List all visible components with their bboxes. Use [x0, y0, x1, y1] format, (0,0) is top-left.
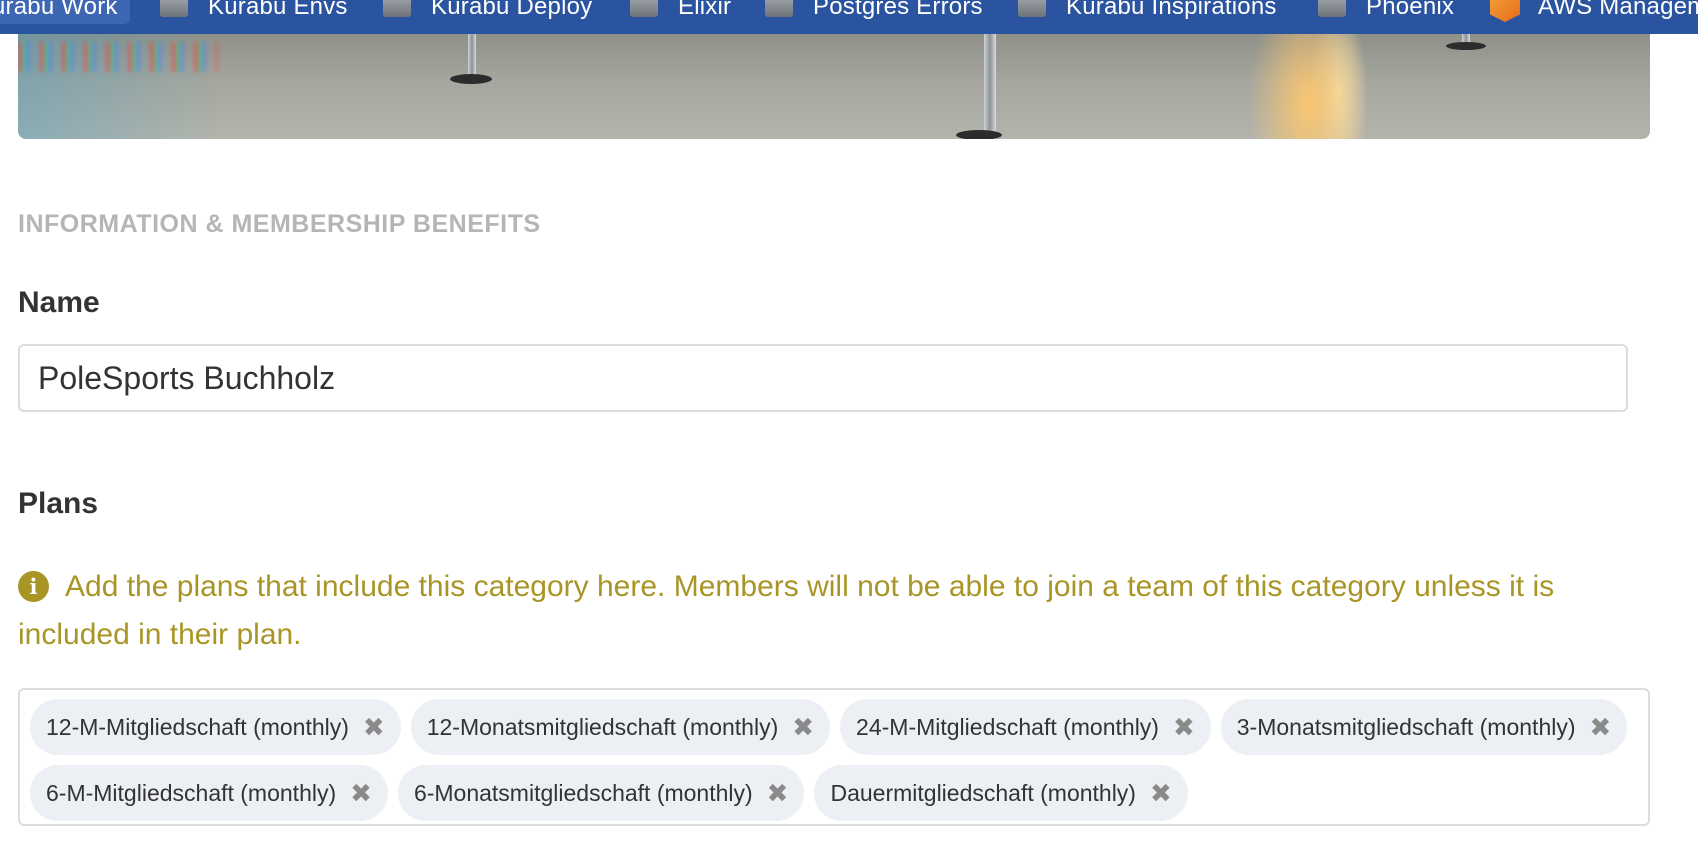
name-input[interactable] [18, 344, 1628, 412]
folder-icon [383, 0, 411, 17]
plan-tag: 3-Monatsmitgliedschaft (monthly) ✖ [1220, 699, 1628, 755]
folder-icon [630, 0, 658, 17]
plan-tag-label: 3-Monatsmitgliedschaft (monthly) [1236, 713, 1576, 740]
remove-plan-icon[interactable]: ✖ [767, 780, 789, 806]
remove-plan-icon[interactable]: ✖ [792, 714, 814, 740]
info-icon: i [18, 571, 49, 602]
plan-tag: 6-M-Mitgliedschaft (monthly) ✖ [30, 765, 388, 821]
plan-tag: 24-M-Mitgliedschaft (monthly) ✖ [840, 699, 1211, 755]
bookmark-label: AWS Managem [1538, 0, 1698, 20]
bookmark-folder-kurabu-deploy[interactable]: Kurabu Deploy [383, 0, 592, 24]
plan-tag-label: Dauermitgliedschaft (monthly) [830, 779, 1136, 806]
bookmark-folder-phoenix[interactable]: Phoenix [1318, 0, 1454, 24]
plan-tag-label: 24-M-Mitgliedschaft (monthly) [856, 713, 1159, 740]
bookmark-label: Kurabu Deploy [431, 0, 593, 20]
bookmark-folder-postgres-errors[interactable]: Postgres Errors [765, 0, 983, 24]
remove-plan-icon[interactable]: ✖ [363, 714, 385, 740]
folder-icon [765, 0, 793, 17]
plan-tag: 12-M-Mitgliedschaft (monthly) ✖ [30, 699, 401, 755]
plans-multiselect[interactable]: 12-M-Mitgliedschaft (monthly) ✖ 12-Monat… [18, 688, 1650, 826]
pole-base-graphic [956, 130, 1002, 139]
name-label: Name [18, 286, 100, 319]
pole-graphic [984, 34, 996, 139]
bookmark-label: Kurabu Envs [208, 0, 348, 20]
pole-base-graphic [1446, 42, 1486, 50]
pole-graphic [468, 34, 476, 78]
remove-plan-icon[interactable]: ✖ [350, 780, 372, 806]
bookmark-folder-kurabu-envs[interactable]: Kurabu Envs [160, 0, 348, 24]
bookmark-label: Elixir [678, 0, 732, 20]
plan-tag-label: 6-M-Mitgliedschaft (monthly) [46, 779, 337, 806]
remove-plan-icon[interactable]: ✖ [1150, 780, 1172, 806]
plan-tag: 12-Monatsmitgliedschaft (monthly) ✖ [410, 699, 831, 755]
plan-tag: Dauermitgliedschaft (monthly) ✖ [814, 765, 1188, 821]
plan-tag-label: 6-Monatsmitgliedschaft (monthly) [413, 779, 753, 806]
bookmark-label: urabu Work [0, 0, 118, 20]
folder-icon [1018, 0, 1046, 17]
plans-notice-text: Add the plans that include this category… [18, 570, 1555, 651]
plan-tag: 6-Monatsmitgliedschaft (monthly) ✖ [397, 765, 805, 821]
plans-notice: i Add the plans that include this categor… [18, 563, 1618, 659]
bookmark-aws-management[interactable]: AWS Managem [1490, 0, 1698, 24]
remove-plan-icon[interactable]: ✖ [1590, 714, 1612, 740]
folder-icon [1318, 0, 1346, 17]
plan-tag-label: 12-Monatsmitgliedschaft (monthly) [426, 713, 779, 740]
folder-icon [160, 0, 188, 17]
cover-lights [18, 42, 218, 72]
pole-base-graphic [450, 74, 492, 84]
plan-tag-label: 12-M-Mitgliedschaft (monthly) [46, 713, 349, 740]
plans-label: Plans [18, 487, 99, 520]
bookmark-label: Phoenix [1366, 0, 1455, 20]
bookmark-folder-kurabu-work[interactable]: urabu Work [0, 0, 130, 24]
section-title: INFORMATION & MEMBERSHIP BENEFITS [18, 210, 541, 238]
bookmark-label: Kurabu Inspirations [1066, 0, 1277, 20]
aws-icon [1490, 0, 1520, 22]
remove-plan-icon[interactable]: ✖ [1173, 714, 1195, 740]
bookmark-folder-elixir[interactable]: Elixir [630, 0, 731, 24]
bookmarks-bar: urabu Work Kurabu Envs Kurabu Deploy Eli… [0, 0, 1698, 34]
cover-image [18, 34, 1650, 139]
bookmark-label: Postgres Errors [813, 0, 983, 20]
bookmark-folder-kurabu-inspirations[interactable]: Kurabu Inspirations [1018, 0, 1277, 24]
